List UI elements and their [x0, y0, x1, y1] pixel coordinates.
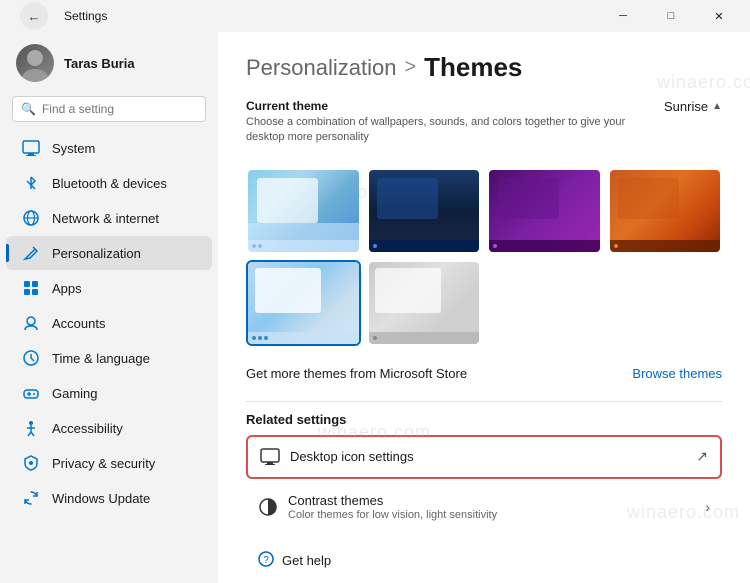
- theme-thumb-1[interactable]: [246, 168, 361, 254]
- bluetooth-icon: [22, 174, 40, 192]
- theme-thumb-4[interactable]: [608, 168, 723, 254]
- theme-name-toggle[interactable]: Sunrise ▲: [664, 99, 722, 114]
- time-icon: [22, 349, 40, 367]
- sidebar-item-accessibility[interactable]: Accessibility: [6, 411, 212, 445]
- contrast-themes-desc: Color themes for low vision, light sensi…: [288, 509, 497, 521]
- sidebar-item-network[interactable]: Network & internet: [6, 201, 212, 235]
- sidebar-label-privacy: Privacy & security: [52, 456, 155, 471]
- get-help-label: Get help: [282, 553, 331, 568]
- sidebar-item-apps[interactable]: Apps: [6, 271, 212, 305]
- sidebar: Taras Buria 🔍 System Bluetooth & devices: [0, 32, 218, 583]
- window-controls: ─ □ ✕: [600, 0, 742, 32]
- breadcrumb-parent[interactable]: Personalization: [246, 55, 396, 81]
- get-more-themes-link[interactable]: Get more themes from Microsoft Store: [246, 366, 467, 381]
- user-profile[interactable]: Taras Buria: [0, 32, 218, 92]
- gaming-icon: [22, 384, 40, 402]
- sidebar-label-accounts: Accounts: [52, 316, 105, 331]
- title-bar: ← Settings ─ □ ✕: [0, 0, 750, 32]
- sidebar-label-network: Network & internet: [52, 211, 159, 226]
- sidebar-label-update: Windows Update: [52, 491, 150, 506]
- sidebar-label-gaming: Gaming: [52, 386, 98, 401]
- theme-grid-row2: [246, 260, 722, 346]
- theme-grid-row1: [246, 168, 722, 254]
- breadcrumb: Personalization > Themes: [246, 52, 722, 83]
- chevron-right-icon: ›: [705, 499, 710, 515]
- theme-thumb-5[interactable]: [246, 260, 361, 346]
- give-feedback-item[interactable]: Give feedback: [246, 576, 722, 583]
- search-input[interactable]: [42, 102, 197, 116]
- get-help-icon: ?: [258, 551, 274, 570]
- sidebar-item-system[interactable]: System: [6, 131, 212, 165]
- current-theme-desc: Choose a combination of wallpapers, soun…: [246, 115, 626, 146]
- external-link-icon: ↗: [696, 448, 708, 465]
- sidebar-item-update[interactable]: Windows Update: [6, 481, 212, 515]
- sidebar-item-bluetooth[interactable]: Bluetooth & devices: [6, 166, 212, 200]
- desktop-icon-label: Desktop icon settings: [290, 449, 414, 464]
- desktop-icon-icon: [260, 447, 280, 467]
- accessibility-icon: [22, 419, 40, 437]
- sidebar-item-time[interactable]: Time & language: [6, 341, 212, 375]
- sidebar-item-accounts[interactable]: Accounts: [6, 306, 212, 340]
- desktop-icon-settings-item[interactable]: Desktop icon settings ↗: [246, 435, 722, 479]
- theme-name-text: Sunrise: [664, 99, 708, 114]
- chevron-up-icon: ▲: [712, 101, 722, 112]
- sidebar-label-apps: Apps: [52, 281, 82, 296]
- svg-text:?: ?: [263, 555, 269, 566]
- breadcrumb-separator: >: [404, 56, 416, 79]
- get-themes-row: Get more themes from Microsoft Store Bro…: [246, 360, 722, 387]
- contrast-icon: [258, 497, 278, 517]
- theme-header: Current theme Choose a combination of wa…: [246, 99, 722, 158]
- sidebar-label-accessibility: Accessibility: [52, 421, 123, 436]
- maximize-button[interactable]: □: [648, 0, 694, 32]
- sidebar-label-bluetooth: Bluetooth & devices: [52, 176, 167, 191]
- contrast-themes-item[interactable]: Contrast themes Color themes for low vis…: [246, 483, 722, 531]
- current-theme-label: Current theme: [246, 99, 626, 113]
- get-help-item[interactable]: ? Get help: [246, 545, 722, 576]
- network-icon: [22, 209, 40, 227]
- contrast-themes-label: Contrast themes: [288, 493, 497, 508]
- app-window: Taras Buria 🔍 System Bluetooth & devices: [0, 32, 750, 583]
- related-settings-label: Related settings: [246, 412, 722, 427]
- search-box[interactable]: 🔍: [12, 96, 206, 122]
- system-icon: [22, 139, 40, 157]
- user-name: Taras Buria: [64, 56, 135, 71]
- sidebar-label-system: System: [52, 141, 95, 156]
- content-area: winaero.com winaero.com winaero.com wina…: [218, 32, 750, 583]
- sidebar-item-gaming[interactable]: Gaming: [6, 376, 212, 410]
- divider-1: [246, 401, 722, 402]
- personalization-icon: [22, 244, 40, 262]
- accounts-icon: [22, 314, 40, 332]
- help-section: ? Get help Give feedback: [246, 541, 722, 583]
- avatar: [16, 44, 54, 82]
- sidebar-label-personalization: Personalization: [52, 246, 141, 261]
- close-button[interactable]: ✕: [696, 0, 742, 32]
- update-icon: [22, 489, 40, 507]
- minimize-button[interactable]: ─: [600, 0, 646, 32]
- search-icon: 🔍: [21, 102, 36, 116]
- theme-thumb-3[interactable]: [487, 168, 602, 254]
- sidebar-item-privacy[interactable]: Privacy & security: [6, 446, 212, 480]
- theme-thumb-2[interactable]: [367, 168, 482, 254]
- apps-icon: [22, 279, 40, 297]
- theme-thumb-6[interactable]: [367, 260, 482, 346]
- window-title: Settings: [64, 9, 107, 23]
- sidebar-nav: System Bluetooth & devices Network & int…: [0, 130, 218, 516]
- sidebar-item-personalization[interactable]: Personalization: [6, 236, 212, 270]
- privacy-icon: [22, 454, 40, 472]
- browse-themes-link[interactable]: Browse themes: [632, 366, 722, 381]
- related-settings-section: Related settings Desktop icon settings ↗: [246, 412, 722, 531]
- breadcrumb-current: Themes: [424, 52, 522, 83]
- sidebar-label-time: Time & language: [52, 351, 150, 366]
- back-button[interactable]: ←: [20, 2, 48, 30]
